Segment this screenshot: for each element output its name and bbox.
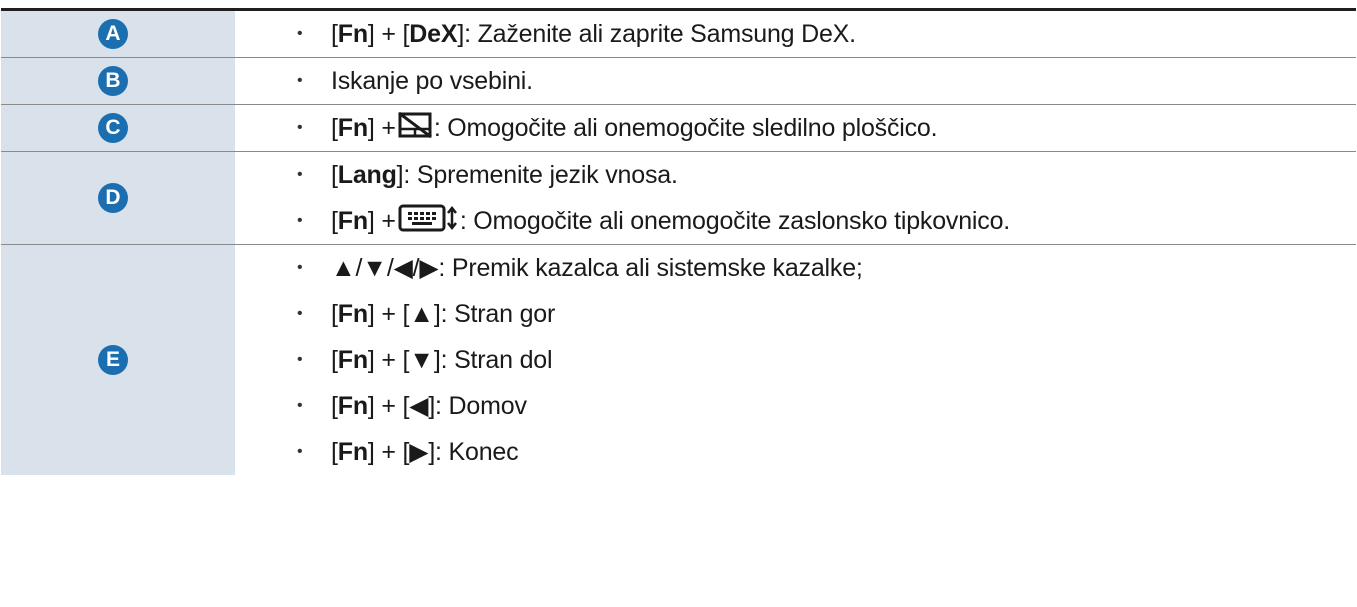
- list-item: • [Fn] + [▶]: Konec: [297, 437, 519, 467]
- list-item: • [Fn] + : Omogočite ali onemogočite sle…: [297, 105, 1356, 151]
- touchpad-off-icon: [397, 111, 432, 145]
- bullet: •: [297, 212, 303, 229]
- key-cell: B: [1, 58, 235, 104]
- bullet: •: [297, 443, 303, 460]
- key-lang: Lang: [337, 160, 397, 189]
- bullet: •: [297, 119, 303, 136]
- list-item: • [Fn] + [▼]: Stran dol: [297, 345, 553, 374]
- list-item: • [Fn] + [DeX]: Zaženite ali zaprite Sam…: [297, 19, 856, 48]
- key-cell: A: [1, 11, 235, 57]
- table-row-b: B • Iskanje po vsebini.: [1, 58, 1356, 105]
- key-dex: DeX: [409, 19, 458, 48]
- table-row-a: A • [Fn] + [DeX]: Zaženite ali zaprite S…: [1, 11, 1356, 58]
- key-fn: Fn: [337, 113, 368, 142]
- list-item: • [Fn] + [▲]: Stran gor: [297, 299, 556, 328]
- description-cell: • Iskanje po vsebini.: [235, 58, 1356, 104]
- table-row-e: E • ▲/▼/◀/▶: Premik kazalca ali sistemsk…: [1, 245, 1356, 475]
- onscreen-keyboard-icon: [398, 204, 458, 239]
- key-fn: Fn: [337, 391, 368, 420]
- key-fn: Fn: [337, 206, 368, 235]
- table-row-c: C • [Fn] + : Omogočite ali onemogočite s…: [1, 105, 1356, 152]
- key-fn: Fn: [337, 19, 368, 48]
- shortcut-table: A • [Fn] + [DeX]: Zaženite ali zaprite S…: [1, 8, 1356, 475]
- bullet: •: [297, 259, 303, 276]
- description-cell: • [Fn] + [DeX]: Zaženite ali zaprite Sam…: [235, 11, 1356, 57]
- callout-badge-e: E: [98, 345, 128, 375]
- description-cell: • [Lang]: Spremenite jezik vnosa. • [Fn]…: [235, 152, 1356, 244]
- list-item: • [Fn] +: Omogočite ali onemogočite zas…: [297, 198, 1356, 244]
- list-item: • [Fn] + [◀]: Domov: [297, 391, 527, 421]
- bullet: •: [297, 25, 303, 42]
- callout-badge-b: B: [98, 66, 128, 96]
- description-cell: • [Fn] + : Omogočite ali onemogočite sle…: [235, 105, 1356, 151]
- bullet: •: [297, 72, 303, 89]
- key-cell: C: [1, 105, 235, 151]
- key-fn: Fn: [337, 345, 368, 374]
- callout-badge-a: A: [98, 19, 128, 49]
- list-item: • Iskanje po vsebini.: [297, 66, 533, 95]
- key-fn: Fn: [337, 437, 368, 466]
- table-row-d: D • [Lang]: Spremenite jezik vnosa. • [F…: [1, 152, 1356, 245]
- bullet: •: [297, 351, 303, 368]
- key-fn: Fn: [337, 299, 368, 328]
- description-cell: • ▲/▼/◀/▶: Premik kazalca ali sistemske …: [235, 245, 1356, 475]
- bullet: •: [297, 397, 303, 414]
- list-item: • [Lang]: Spremenite jezik vnosa.: [297, 160, 678, 189]
- list-item: • ▲/▼/◀/▶: Premik kazalca ali sistemske …: [297, 254, 863, 282]
- bullet: •: [297, 166, 303, 183]
- callout-badge-c: C: [98, 113, 128, 143]
- key-cell: E: [1, 245, 235, 475]
- callout-badge-d: D: [98, 183, 128, 213]
- bullet: •: [297, 305, 303, 322]
- key-cell: D: [1, 152, 235, 244]
